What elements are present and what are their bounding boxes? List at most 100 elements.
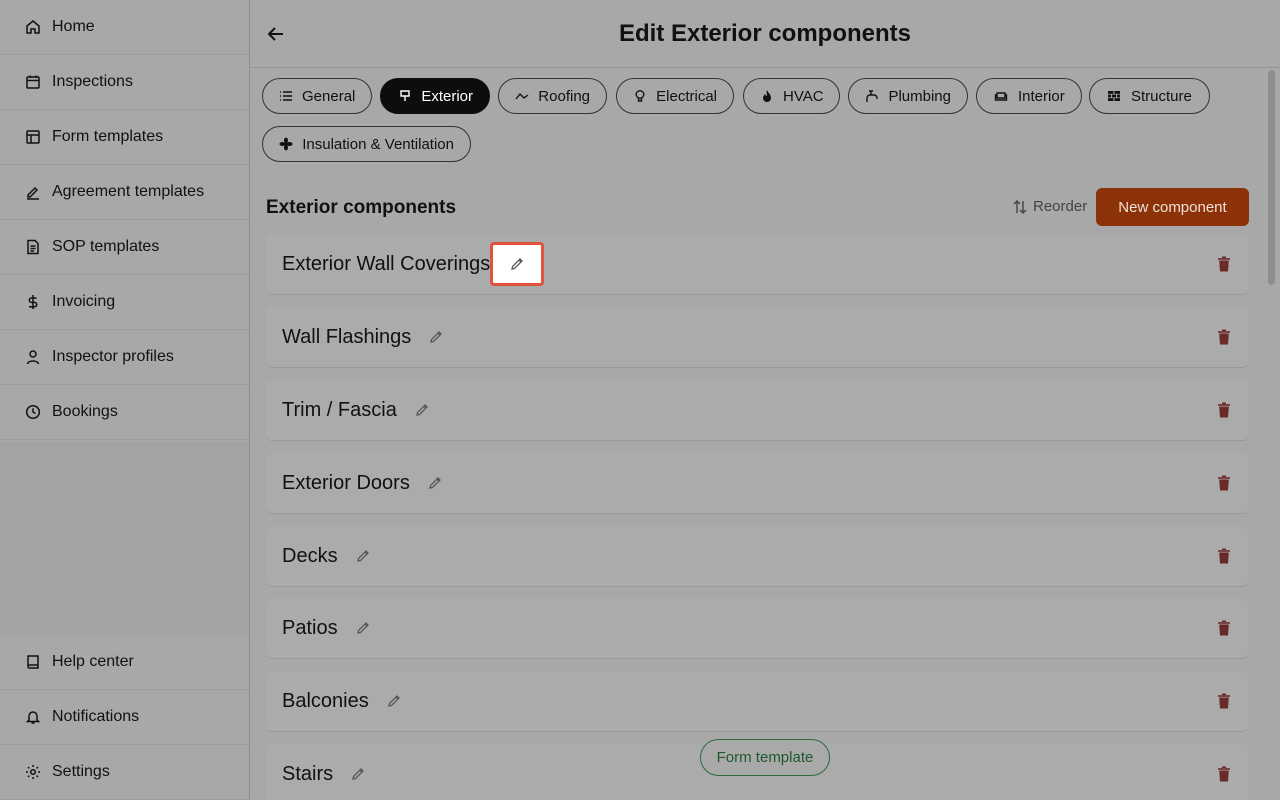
bell-icon: [24, 708, 42, 726]
tab-label: Electrical: [656, 87, 717, 105]
sidebar-item-notifications[interactable]: Notifications: [0, 690, 249, 745]
sidebar-item-home[interactable]: Home: [0, 0, 249, 55]
scrollbar[interactable]: [1266, 70, 1276, 800]
sort-arrows-icon: [1013, 199, 1027, 214]
pencil-icon: [415, 404, 428, 416]
bricks-icon: [1106, 88, 1122, 104]
component-row: Trim / Fascia: [266, 380, 1249, 440]
sidebar-item-label: Invoicing: [52, 293, 116, 310]
tab-general[interactable]: General: [262, 78, 372, 114]
component-name: Decks: [282, 544, 338, 567]
sidebar-item-form-templates[interactable]: Form templates: [0, 110, 249, 165]
edit-button[interactable]: [411, 399, 433, 421]
sidebar-item-sop-templates[interactable]: SOP templates: [0, 220, 249, 275]
tab-structure[interactable]: Structure: [1089, 78, 1210, 114]
tab-label: Insulation & Ventilation: [302, 135, 454, 153]
tab-label: Interior: [1018, 87, 1065, 105]
faucet-icon: [865, 88, 879, 104]
tab-label: Roofing: [538, 87, 590, 105]
component-row: Patios: [266, 598, 1249, 658]
sidebar-item-label: Agreement templates: [52, 183, 205, 200]
sidebar-item-inspector-profiles[interactable]: Inspector profiles: [0, 330, 249, 385]
reorder-button[interactable]: Reorder: [1012, 198, 1087, 215]
sidebar-item-label: Form templates: [52, 128, 164, 145]
component-name: Exterior Doors: [282, 471, 410, 494]
delete-button[interactable]: [1215, 401, 1233, 419]
tab-insulation-ventilation[interactable]: Insulation & Ventilation: [262, 126, 471, 162]
component-row: Balconies: [266, 671, 1249, 731]
clock-icon: [24, 403, 42, 421]
list-icon: [279, 88, 293, 104]
form-template-button[interactable]: Form template: [700, 739, 830, 776]
tab-interior[interactable]: Interior: [976, 78, 1082, 114]
tab-electrical[interactable]: Electrical: [616, 78, 734, 114]
edit-button[interactable]: [352, 545, 374, 567]
reorder-label: Reorder: [1033, 198, 1088, 215]
pencil-icon: [511, 258, 524, 270]
new-component-button[interactable]: New component: [1096, 188, 1249, 226]
trash-icon: [1218, 329, 1230, 345]
home-icon: [24, 18, 42, 36]
sofa-icon: [993, 88, 1009, 104]
sidebar-item-label: SOP templates: [52, 238, 160, 255]
component-name: Wall Flashings: [282, 325, 412, 348]
sidebar-item-agreement-templates[interactable]: Agreement templates: [0, 165, 249, 220]
tab-hvac[interactable]: HVAC: [743, 78, 840, 114]
delete-button[interactable]: [1215, 765, 1233, 783]
section-title: Exterior components: [266, 197, 457, 218]
component-row: Exterior Doors: [266, 453, 1249, 513]
document-icon: [24, 238, 42, 256]
trash-icon: [1218, 620, 1230, 636]
page-header: Edit Exterior components: [250, 0, 1280, 68]
tab-label: Structure: [1131, 87, 1192, 105]
edit-button[interactable]: [424, 472, 446, 494]
delete-button[interactable]: [1215, 547, 1233, 565]
page-title: Edit Exterior components: [618, 19, 912, 47]
tab-label: Exterior: [421, 87, 473, 105]
component-name: Trim / Fascia: [282, 398, 397, 421]
roof-icon: [515, 88, 529, 104]
pencil-icon: [356, 550, 369, 562]
trash-icon: [1218, 256, 1230, 272]
trash-icon: [1218, 766, 1230, 782]
layout-icon: [24, 128, 42, 146]
tab-label: General: [302, 87, 356, 105]
signature-icon: [24, 183, 42, 201]
delete-button[interactable]: [1215, 255, 1233, 273]
component-row: Decks: [266, 526, 1249, 586]
component-name: Stairs: [282, 762, 334, 785]
tab-label: HVAC: [783, 87, 824, 105]
sidebar-main-nav: Home Inspections Form templates Agreemen…: [0, 0, 249, 442]
component-name: Balconies: [282, 689, 369, 712]
tab-roofing[interactable]: Roofing: [498, 78, 607, 114]
edit-button[interactable]: [383, 690, 405, 712]
sidebar-item-label: Settings: [52, 763, 110, 780]
delete-button[interactable]: [1215, 619, 1233, 637]
tab-plumbing[interactable]: Plumbing: [848, 78, 968, 114]
calendar-icon: [24, 73, 42, 91]
sidebar-item-invoicing[interactable]: Invoicing: [0, 275, 249, 330]
edit-button[interactable]: [352, 617, 374, 639]
trash-icon: [1218, 402, 1230, 418]
pencil-icon: [430, 331, 443, 343]
edit-button[interactable]: [425, 326, 447, 348]
sidebar: Home Inspections Form templates Agreemen…: [0, 0, 250, 800]
back-button[interactable]: [264, 22, 288, 46]
edit-button[interactable]: [490, 242, 545, 286]
delete-button[interactable]: [1215, 474, 1233, 492]
fan-icon: [279, 136, 293, 152]
edit-button[interactable]: [347, 763, 369, 785]
tab-exterior[interactable]: Exterior: [380, 78, 490, 114]
scroll-thumb[interactable]: [1268, 70, 1275, 285]
sidebar-item-help-center[interactable]: Help center: [0, 635, 249, 690]
component-name: Exterior Wall Coverings: [282, 252, 491, 275]
sidebar-bottom-nav: Help center Notifications Settings: [0, 635, 249, 800]
sidebar-item-inspections[interactable]: Inspections: [0, 55, 249, 110]
delete-button[interactable]: [1215, 328, 1233, 346]
delete-button[interactable]: [1215, 692, 1233, 710]
sidebar-item-bookings[interactable]: Bookings: [0, 385, 249, 440]
flame-icon: [760, 88, 774, 104]
tab-label: Plumbing: [888, 87, 951, 105]
lightbulb-icon: [633, 88, 647, 104]
sidebar-item-settings[interactable]: Settings: [0, 745, 249, 800]
